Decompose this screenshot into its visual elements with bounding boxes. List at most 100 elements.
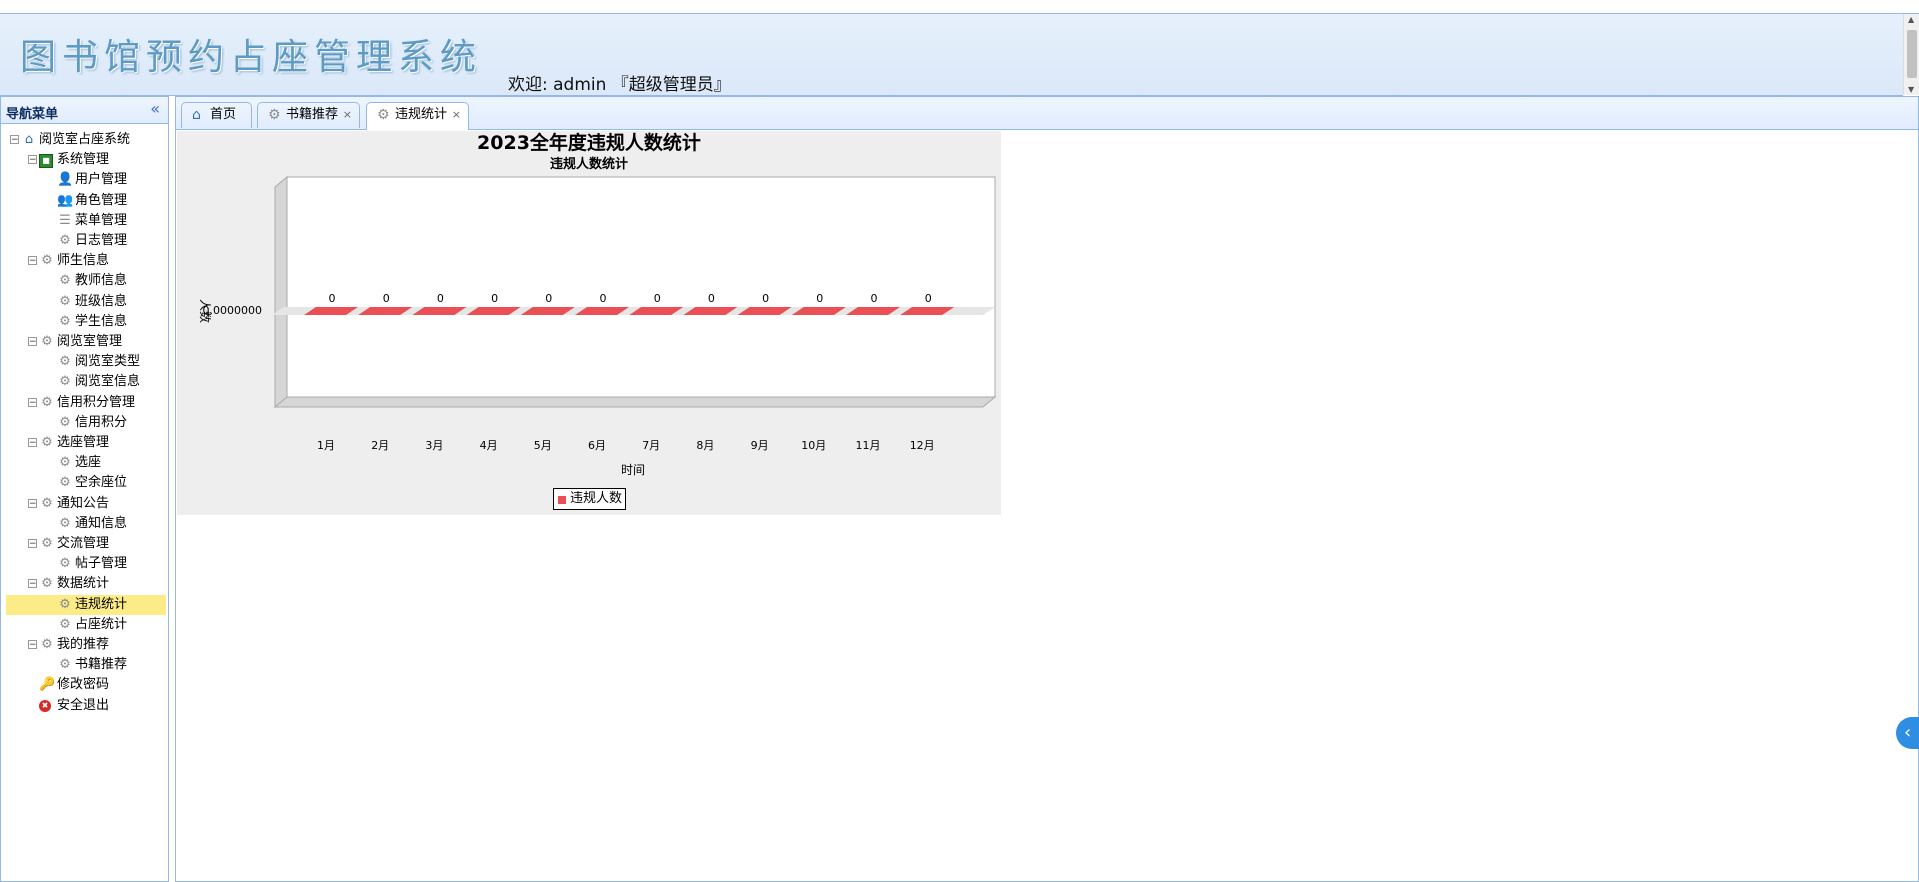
collapse-node-icon[interactable]: − (28, 256, 37, 266)
sidebar-item-safe-logout[interactable]: ✖ 安全退出 (1, 696, 166, 716)
sidebar-item-label: 通知公告 (57, 495, 110, 511)
sidebar-item-change-password[interactable]: 🔑 修改密码 (1, 675, 166, 695)
sidebar-item-violation-statistics[interactable]: ⚙ 违规统计 (6, 594, 166, 615)
sidebar-item-menu-management[interactable]: ☰ 菜单管理 (1, 211, 166, 231)
sidebar-item-user-management[interactable]: 👤 用户管理 (1, 170, 166, 190)
gear-icon: ⚙ (59, 414, 71, 430)
sidebar-item-post-management[interactable]: ⚙ 帖子管理 (1, 554, 166, 574)
collapse-node-icon[interactable]: − (28, 337, 37, 347)
sidebar-item-student-info[interactable]: ⚙ 学生信息 (1, 312, 166, 332)
data-label: 0 (762, 292, 769, 305)
scroll-thumb[interactable] (1907, 30, 1917, 78)
sidebar-item-reading-room-type[interactable]: ⚙ 阅览室类型 (1, 352, 166, 372)
gear-icon: ⚙ (41, 435, 53, 450)
gear-icon: ⚙ (41, 536, 53, 551)
collapse-node-icon[interactable]: − (28, 438, 37, 448)
sidebar-item-credit-points[interactable]: ⚙ 信用积分 (1, 413, 166, 433)
gear-icon: ⚙ (41, 253, 53, 269)
sidebar-item-label: 我的推荐 (57, 637, 110, 652)
sidebar-item-label: 教师信息 (75, 273, 128, 289)
gear-icon: ⚙ (59, 455, 71, 471)
sidebar-item-class-info[interactable]: ⚙ 班级信息 (1, 292, 166, 312)
header-banner: 图书馆预约占座管理系统 欢迎: admin 『超级管理员』 (0, 14, 1903, 96)
x-tick-label: 3月 (425, 439, 443, 452)
sidebar-item-label: 阅览室管理 (57, 334, 123, 349)
gear-icon: ⚙ (59, 556, 71, 572)
sidebar-item-label: 阅览室占座系统 (39, 132, 131, 147)
x-tick-label: 4月 (480, 439, 498, 452)
gear-icon: ⚙ (59, 313, 71, 329)
welcome-text: 欢迎: admin 『超级管理员』 (508, 75, 731, 95)
sidebar-item-notice-info[interactable]: ⚙ 通知信息 (1, 514, 166, 534)
sidebar-item-available-seats[interactable]: ⚙ 空余座位 (1, 473, 166, 493)
sidebar-item-seat-occupation-statistics[interactable]: ⚙ 占座统计 (1, 615, 166, 635)
sidebar-item-teacher-info[interactable]: ⚙ 教师信息 (1, 271, 166, 291)
home-icon: ⌂ (192, 107, 201, 123)
collapse-node-icon[interactable]: − (28, 640, 37, 650)
sidebar-item-label: 空余座位 (75, 475, 128, 491)
menu-icon: ☰ (59, 212, 71, 228)
x-tick-label: 5月 (534, 439, 552, 452)
tab-label: 书籍推荐 (286, 107, 339, 122)
chart-floor (273, 396, 997, 408)
collapse-node-icon[interactable]: − (28, 498, 37, 508)
sidebar-item-seat-selection-management[interactable]: − ⚙ 选座管理 (1, 433, 166, 453)
data-label: 0 (816, 292, 823, 305)
x-tick-label: 7月 (642, 439, 660, 452)
sidebar-item-credit-points-management[interactable]: − ⚙ 信用积分管理 (1, 393, 166, 413)
sidebar-item-log-management[interactable]: ⚙ 日志管理 (1, 231, 166, 251)
sidebar-item-system-management[interactable]: − ■ 系统管理 (1, 150, 166, 170)
users-icon: 👥 (57, 192, 74, 208)
sidebar-item-my-recommendations[interactable]: − ⚙ 我的推荐 (1, 635, 166, 655)
system-logo-title: 图书馆预约占座管理系统 (20, 37, 483, 78)
collapse-node-icon[interactable]: − (10, 135, 19, 145)
exit-icon: ✖ (39, 699, 51, 712)
sidebar-item-role-management[interactable]: 👥 角色管理 (1, 191, 166, 211)
sidebar-item-label: 修改密码 (57, 677, 110, 693)
gear-icon: ⚙ (41, 394, 53, 410)
gear-icon: ⚙ (41, 495, 53, 511)
sidebar-item-communication-management[interactable]: − ⚙ 交流管理 (1, 534, 166, 554)
data-label: 0 (437, 292, 444, 305)
collapse-node-icon[interactable]: − (28, 397, 37, 407)
sidebar-item-reading-room-management[interactable]: − ⚙ 阅览室管理 (1, 332, 166, 352)
gear-icon: ⚙ (59, 616, 71, 632)
collapse-node-icon[interactable]: − (28, 579, 37, 589)
chart-legend: 违规人数 (553, 488, 626, 510)
tab-book-recommend[interactable]: ⚙ 书籍推荐 × (257, 102, 360, 128)
close-icon[interactable]: × (452, 103, 461, 127)
x-axis-label: 时间 (621, 463, 645, 477)
tab-home[interactable]: ⌂ 首页 (181, 102, 252, 128)
sidebar-item-notice-announcement[interactable]: − ⚙ 通知公告 (1, 494, 166, 514)
sidebar-item-reading-room-info[interactable]: ⚙ 阅览室信息 (1, 372, 166, 392)
collapse-node-icon[interactable]: − (28, 539, 37, 549)
sidebar-item-book-recommendation[interactable]: ⚙ 书籍推荐 (1, 655, 166, 675)
gear-icon: ⚙ (59, 273, 71, 289)
x-tick-label: 10月 (801, 439, 826, 452)
gear-icon: ⚙ (268, 107, 281, 123)
tab-violation-stats[interactable]: ⚙ 违规统计 × (366, 102, 469, 130)
main-panel: ⌂ 首页 ⚙ 书籍推荐 × ⚙ 违规统计 × 2023全年度违规人数统计 违规人… (175, 96, 1919, 882)
close-icon[interactable]: × (343, 103, 352, 127)
sidebar-item-label: 书籍推荐 (75, 657, 128, 673)
sidebar-item-label: 角色管理 (75, 192, 128, 208)
gear-icon: ⚙ (59, 354, 71, 370)
data-label: 0 (871, 292, 878, 305)
x-tick-label: 12月 (910, 439, 935, 452)
gear-icon: ⚙ (377, 107, 390, 123)
browser-top-strip (0, 0, 1919, 14)
collapse-node-icon[interactable]: − (28, 155, 37, 165)
scroll-up-icon[interactable]: ▲ (1908, 15, 1914, 24)
sidebar-item-root-reading-room-system[interactable]: − ⌂ 阅览室占座系统 (1, 130, 166, 150)
sidebar-item-select-seat[interactable]: ⚙ 选座 (1, 453, 166, 473)
sidebar-item-label: 通知信息 (75, 515, 128, 531)
green-square-icon: ■ (39, 154, 53, 169)
scroll-down-icon[interactable]: ▼ (1908, 85, 1914, 94)
sidebar-item-data-statistics[interactable]: − ⚙ 数据统计 (1, 574, 166, 594)
data-label: 0 (491, 292, 498, 305)
header-scrollbar[interactable]: ▲ ▼ (1903, 14, 1919, 95)
home-icon: ⌂ (24, 132, 34, 147)
double-chevron-left-icon[interactable]: « (150, 99, 160, 118)
sidebar-item-teacher-student-info[interactable]: − ⚙ 师生信息 (1, 251, 166, 271)
sidebar-item-label: 用户管理 (75, 172, 128, 188)
